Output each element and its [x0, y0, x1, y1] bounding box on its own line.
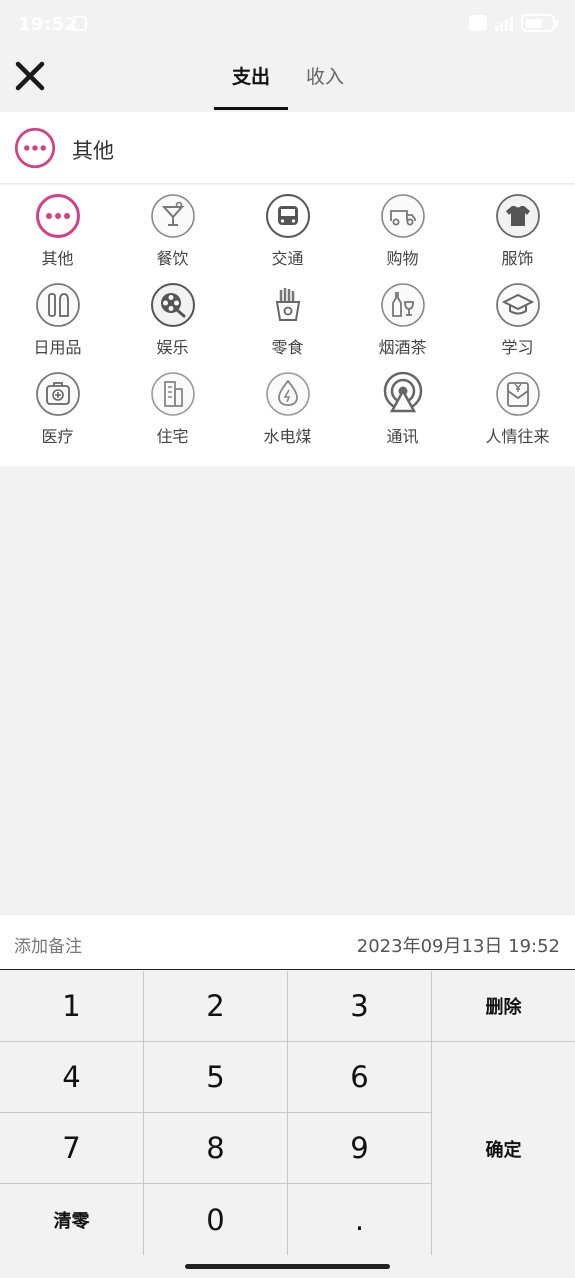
key-decimal[interactable]: .: [288, 1184, 432, 1255]
graduation-cap-icon: [495, 283, 540, 327]
delete-button[interactable]: 删除: [432, 971, 575, 1042]
key-5[interactable]: 5: [144, 1042, 288, 1113]
signal-tower-icon: [383, 371, 422, 413]
water-drop-bolt-icon: [265, 372, 310, 416]
more-dots-icon: [14, 127, 56, 169]
key-4[interactable]: 4: [0, 1042, 144, 1113]
category-label: 服饰: [501, 249, 534, 268]
category-grid: 其他 餐饮 交通 购物 服饰 日用品 娱乐 零食 烟酒茶 学习 医疗 住宅 水电…: [0, 185, 575, 466]
close-icon: [15, 61, 45, 91]
notification-icon: [72, 16, 87, 31]
signal-icon: [495, 15, 513, 31]
red-envelope-icon: [495, 372, 540, 416]
category-shopping[interactable]: 购物: [345, 193, 460, 282]
key-8[interactable]: 8: [144, 1113, 288, 1184]
status-icons: [469, 14, 558, 32]
category-label: 娱乐: [156, 338, 189, 357]
category-label: 交通: [271, 249, 304, 268]
key-6[interactable]: 6: [288, 1042, 432, 1113]
key-3[interactable]: 3: [288, 971, 432, 1042]
key-2[interactable]: 2: [144, 971, 288, 1042]
category-label: 餐饮: [156, 249, 189, 268]
category-snacks[interactable]: 零食: [230, 282, 345, 371]
tab-expense[interactable]: 支出: [232, 62, 270, 89]
close-button[interactable]: [8, 54, 52, 98]
battery-icon: [521, 14, 558, 32]
top-bar: 支出 收入: [0, 48, 575, 112]
category-dining[interactable]: 餐饮: [115, 193, 230, 282]
clear-button[interactable]: 清零: [0, 1184, 144, 1255]
bus-icon: [265, 194, 310, 238]
selected-category-row: 其他: [0, 112, 575, 184]
status-time: 19:52: [18, 14, 78, 35]
key-9[interactable]: 9: [288, 1113, 432, 1184]
active-tab-indicator: [214, 107, 288, 110]
status-bar: 19:52: [0, 0, 575, 48]
more-dots-icon: [35, 194, 80, 238]
category-label: 购物: [386, 249, 419, 268]
category-label: 零食: [271, 338, 304, 357]
toiletries-icon: [35, 283, 80, 327]
notes-row: 添加备注 2023年09月13日 19:52: [0, 915, 575, 970]
tshirt-icon: [495, 194, 540, 238]
category-entertainment[interactable]: 娱乐: [115, 282, 230, 371]
number-keypad: 1 2 3 删除 4 5 6 确定 7 8 9 清零 0 .: [0, 971, 575, 1255]
category-study[interactable]: 学习: [460, 282, 575, 371]
category-tobacco-wine-tea[interactable]: 烟酒茶: [345, 282, 460, 371]
medical-kit-icon: [35, 372, 80, 416]
home-indicator[interactable]: [185, 1264, 390, 1269]
category-label: 通讯: [386, 427, 419, 446]
key-1[interactable]: 1: [0, 971, 144, 1042]
delivery-truck-icon: [380, 194, 425, 238]
category-label: 水电煤: [263, 427, 312, 446]
notes-input[interactable]: 添加备注: [14, 932, 82, 957]
chat-icon: [469, 15, 487, 31]
cocktail-icon: [150, 194, 195, 238]
wine-icon: [380, 283, 425, 327]
category-clothing[interactable]: 服饰: [460, 193, 575, 282]
category-utilities[interactable]: 水电煤: [230, 371, 345, 460]
key-0[interactable]: 0: [144, 1184, 288, 1255]
date-time-picker[interactable]: 2023年09月13日 19:52: [357, 932, 560, 958]
category-other[interactable]: 其他: [0, 193, 115, 282]
film-reel-icon: [150, 283, 195, 327]
category-label: 烟酒茶: [378, 338, 427, 357]
category-label: 人情往来: [485, 427, 550, 446]
confirm-button[interactable]: 确定: [432, 1042, 575, 1255]
category-label: 日用品: [33, 338, 82, 357]
building-icon: [150, 372, 195, 416]
tab-income[interactable]: 收入: [306, 62, 344, 89]
category-label: 学习: [501, 338, 534, 357]
fries-icon: [275, 288, 300, 321]
category-communication[interactable]: 通讯: [345, 371, 460, 460]
category-housing[interactable]: 住宅: [115, 371, 230, 460]
category-label: 其他: [41, 249, 74, 268]
category-label: 医疗: [41, 427, 74, 446]
selected-category-label: 其他: [72, 139, 114, 163]
category-daily-goods[interactable]: 日用品: [0, 282, 115, 371]
category-gifts[interactable]: 人情往来: [460, 371, 575, 460]
category-label: 住宅: [156, 427, 189, 446]
category-transport[interactable]: 交通: [230, 193, 345, 282]
key-7[interactable]: 7: [0, 1113, 144, 1184]
category-medical[interactable]: 医疗: [0, 371, 115, 460]
